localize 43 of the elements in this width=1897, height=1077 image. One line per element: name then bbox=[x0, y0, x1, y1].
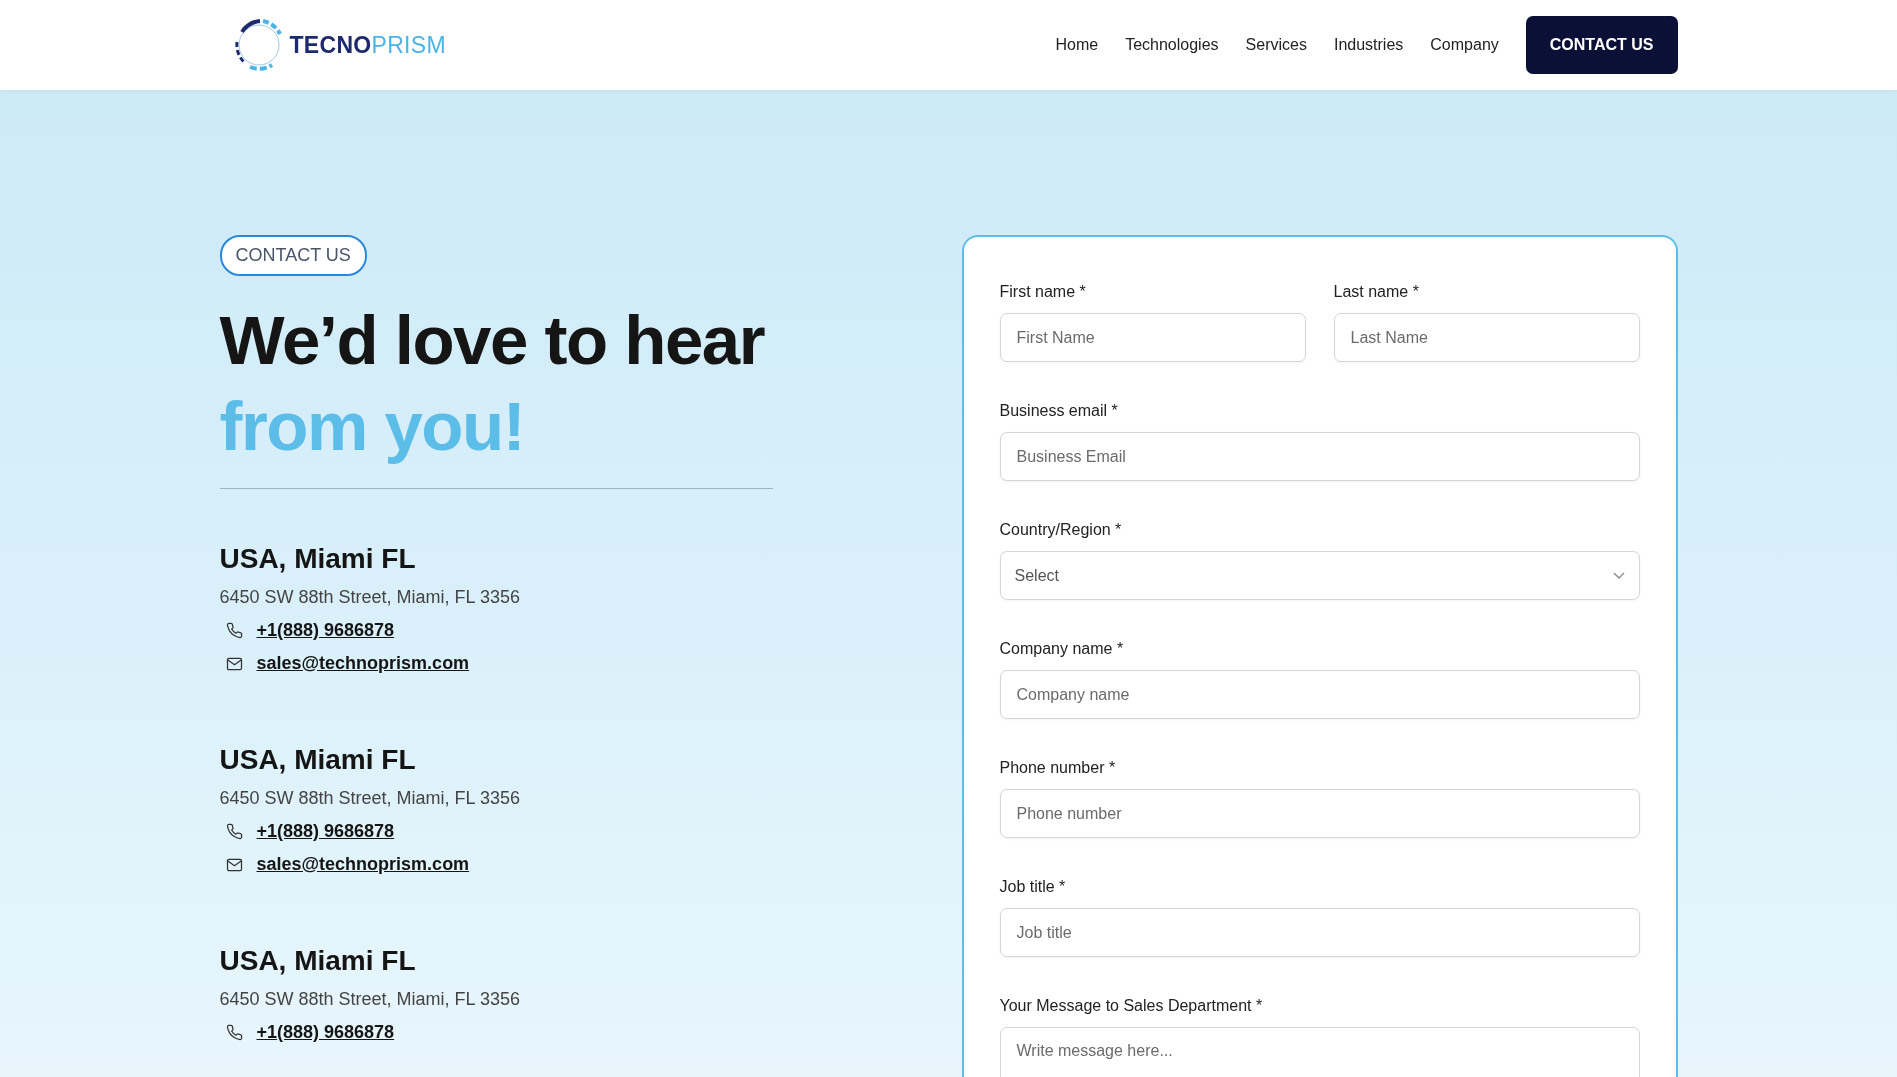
text-field[interactable]: Company name bbox=[999, 670, 1640, 719]
text-field[interactable]: Job title bbox=[999, 908, 1640, 957]
field-label: Company name * bbox=[999, 640, 1125, 658]
headline-accent: from you! bbox=[219, 387, 526, 467]
nav-link[interactable]: Home bbox=[1055, 36, 1099, 54]
text-field[interactable]: Business Email bbox=[999, 432, 1640, 481]
message-field[interactable]: Write message here... bbox=[999, 1027, 1640, 1077]
field-label: Business email * bbox=[999, 402, 1119, 420]
office-title: USA, Miami FL bbox=[219, 945, 417, 977]
contact-us-button[interactable]: CONTACT US bbox=[1525, 16, 1678, 74]
phone-icon bbox=[225, 823, 243, 840]
headline: We’d love to hear bbox=[219, 301, 765, 381]
chevron-down-icon bbox=[1612, 571, 1625, 580]
email-link[interactable]: sales@technoprism.com bbox=[256, 653, 470, 674]
office-title: USA, Miami FL bbox=[219, 543, 417, 575]
office-address: 6450 SW 88th Street, Miami, FL 3356 bbox=[219, 587, 520, 608]
text-field[interactable]: Phone number bbox=[999, 789, 1640, 838]
nav-link[interactable]: Technologies bbox=[1125, 36, 1219, 54]
logo-text[interactable]: TECNOPRISM bbox=[289, 31, 446, 59]
office-address: 6450 SW 88th Street, Miami, FL 3356 bbox=[219, 788, 520, 809]
email-link[interactable]: sales@technoprism.com bbox=[256, 854, 470, 875]
field-label: Last name * bbox=[1333, 283, 1420, 301]
phone-link[interactable]: +1(888) 9686878 bbox=[256, 821, 395, 842]
office-address: 6450 SW 88th Street, Miami, FL 3356 bbox=[219, 989, 520, 1010]
nav-link[interactable]: Industries bbox=[1333, 36, 1404, 54]
phone-link[interactable]: +1(888) 9686878 bbox=[256, 620, 395, 641]
phone-icon bbox=[225, 1024, 243, 1041]
phone-icon bbox=[225, 622, 243, 639]
nav-link[interactable]: Services bbox=[1245, 36, 1307, 54]
phone-link[interactable]: +1(888) 9686878 bbox=[256, 1022, 395, 1043]
nav-link[interactable]: Company bbox=[1430, 36, 1499, 54]
text-field[interactable]: First Name bbox=[999, 313, 1306, 362]
section-badge: CONTACT US bbox=[219, 235, 367, 276]
select-field[interactable]: Select bbox=[999, 551, 1640, 600]
field-label: Your Message to Sales Department * bbox=[999, 997, 1264, 1015]
field-label: First name * bbox=[999, 283, 1087, 301]
field-label: Job title * bbox=[999, 878, 1067, 896]
mail-icon bbox=[225, 656, 243, 671]
office-title: USA, Miami FL bbox=[219, 744, 417, 776]
field-label: Country/Region * bbox=[999, 521, 1123, 539]
text-field[interactable]: Last Name bbox=[1333, 313, 1640, 362]
mail-icon bbox=[225, 857, 243, 872]
field-label: Phone number * bbox=[999, 759, 1117, 777]
